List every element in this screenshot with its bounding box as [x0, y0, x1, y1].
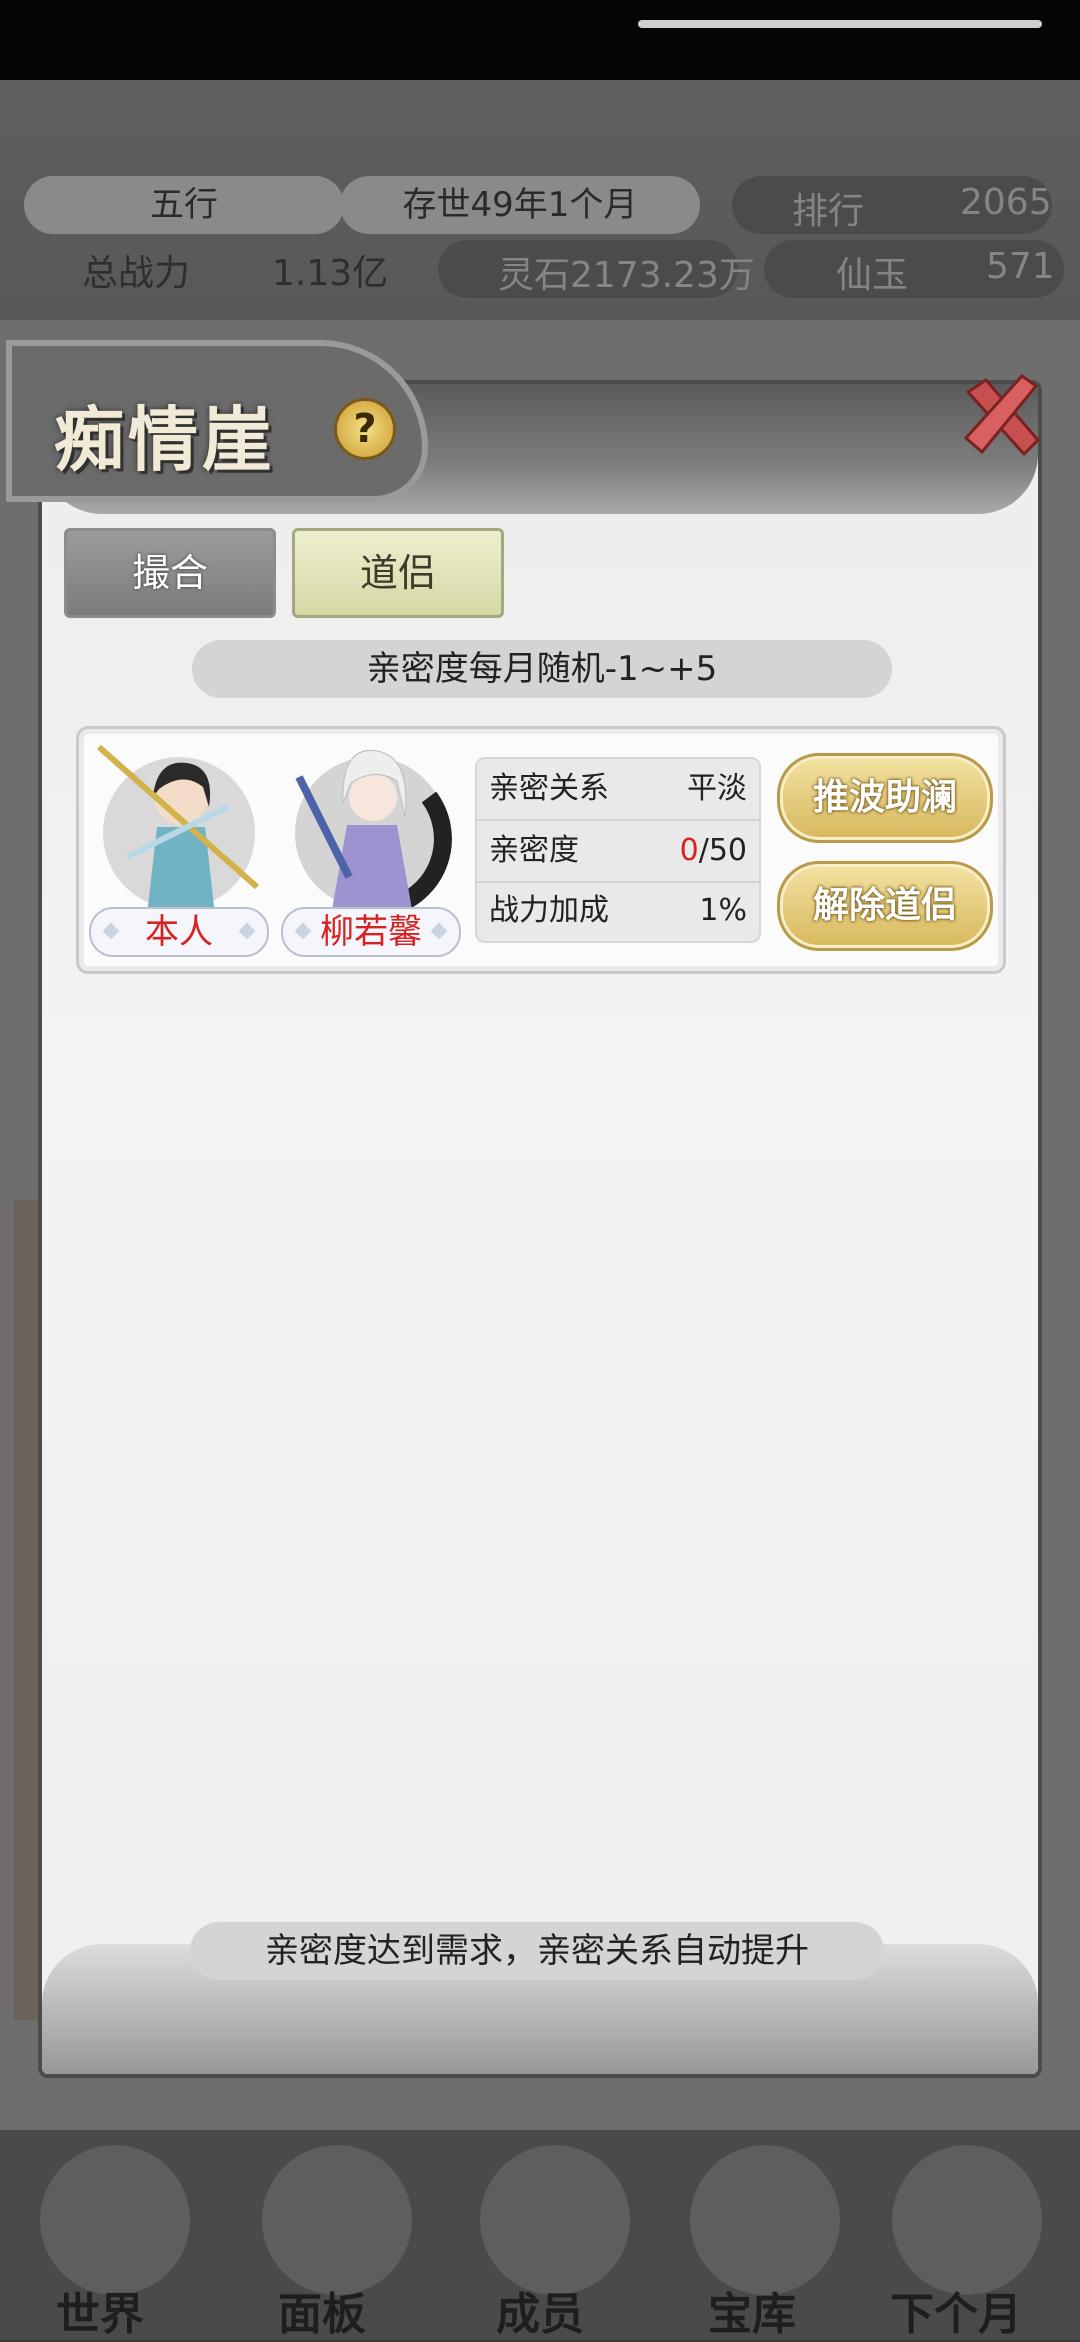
close-icon[interactable] — [958, 372, 1048, 462]
intimacy-info-banner: 亲密度每月随机-1~+5 — [192, 640, 892, 698]
stat-value: 1% — [699, 893, 747, 928]
intimacy-current: 0 — [679, 833, 699, 868]
nav-panel-icon[interactable] — [262, 2145, 412, 2295]
chiqingya-dialog — [42, 384, 1038, 2074]
bg-power-value: 1.13亿 — [272, 253, 389, 294]
boost-intimacy-button[interactable]: 推波助澜 — [777, 753, 993, 843]
intimacy-hint-banner: 亲密度达到需求，亲密关系自动提升 — [190, 1922, 884, 1980]
stat-value: 0/50 — [680, 821, 747, 881]
stat-key: 战力加成 — [489, 893, 609, 928]
self-name: 本人 — [145, 912, 213, 952]
bg-side-decor — [14, 1200, 44, 2020]
nav-next-month-icon[interactable] — [892, 2145, 1042, 2295]
stat-intimacy: 亲密度 0/50 — [475, 821, 761, 883]
tab-matchmaking[interactable]: 撮合 — [64, 528, 276, 618]
diamond-decor-icon — [294, 922, 312, 940]
partner-portrait — [295, 749, 452, 915]
intimacy-max: /50 — [698, 833, 747, 868]
partner-stats: 亲密关系 平淡 亲密度 0/50 战力加成 1% — [475, 757, 761, 943]
diamond-decor-icon — [430, 922, 448, 940]
self-nameplate: 本人 — [89, 907, 269, 957]
stat-key: 亲密关系 — [489, 771, 609, 806]
nav-world-icon[interactable] — [40, 2145, 190, 2295]
dialog-title: 痴情崖 — [54, 398, 276, 481]
diamond-decor-icon — [102, 922, 120, 940]
stat-key: 亲密度 — [489, 833, 579, 868]
stat-value: 平淡 — [687, 771, 747, 806]
bg-rank-label: 排行 — [792, 191, 865, 232]
nav-panel-label[interactable]: 面板 — [278, 2278, 366, 2342]
bg-xianyu-label: 仙玉 — [836, 255, 909, 296]
bg-power-label: 总战力 — [82, 253, 191, 294]
nav-world-label[interactable]: 世界 — [56, 2278, 144, 2342]
dissolve-partner-button[interactable]: 解除道侣 — [777, 861, 993, 951]
help-icon[interactable]: ? — [334, 398, 396, 460]
bg-wuxing-pill: 五行 — [24, 176, 344, 234]
partner-card: 本人 柳若馨 亲密关系 平淡 亲密度 0/50 战力加成 1% 推波助澜 解除道… — [76, 726, 1006, 974]
diamond-decor-icon — [238, 922, 256, 940]
nav-treasury-icon[interactable] — [690, 2145, 840, 2295]
tab-dao-partner[interactable]: 道侣 — [292, 528, 504, 618]
self-portrait — [97, 744, 259, 915]
bg-xianyu-value: 571 — [986, 246, 1055, 287]
partner-name: 柳若馨 — [320, 912, 422, 952]
stat-relationship: 亲密关系 平淡 — [475, 759, 761, 821]
bg-rank-value: 2065 — [960, 182, 1052, 223]
partner-nameplate: 柳若馨 — [281, 907, 461, 957]
bg-lingshi: 灵石2173.23万 — [498, 255, 755, 296]
nav-members-label[interactable]: 成员 — [496, 2278, 584, 2342]
stat-power-bonus: 战力加成 1% — [475, 881, 761, 941]
status-bar — [0, 0, 1080, 80]
nav-members-icon[interactable] — [480, 2145, 630, 2295]
nav-next-month-label[interactable]: 下个月 — [890, 2278, 1022, 2342]
nav-treasury-label[interactable]: 宝库 — [708, 2278, 796, 2342]
bg-time-pill: 存世49年1个月 — [340, 176, 700, 234]
gesture-pill — [638, 20, 1042, 28]
